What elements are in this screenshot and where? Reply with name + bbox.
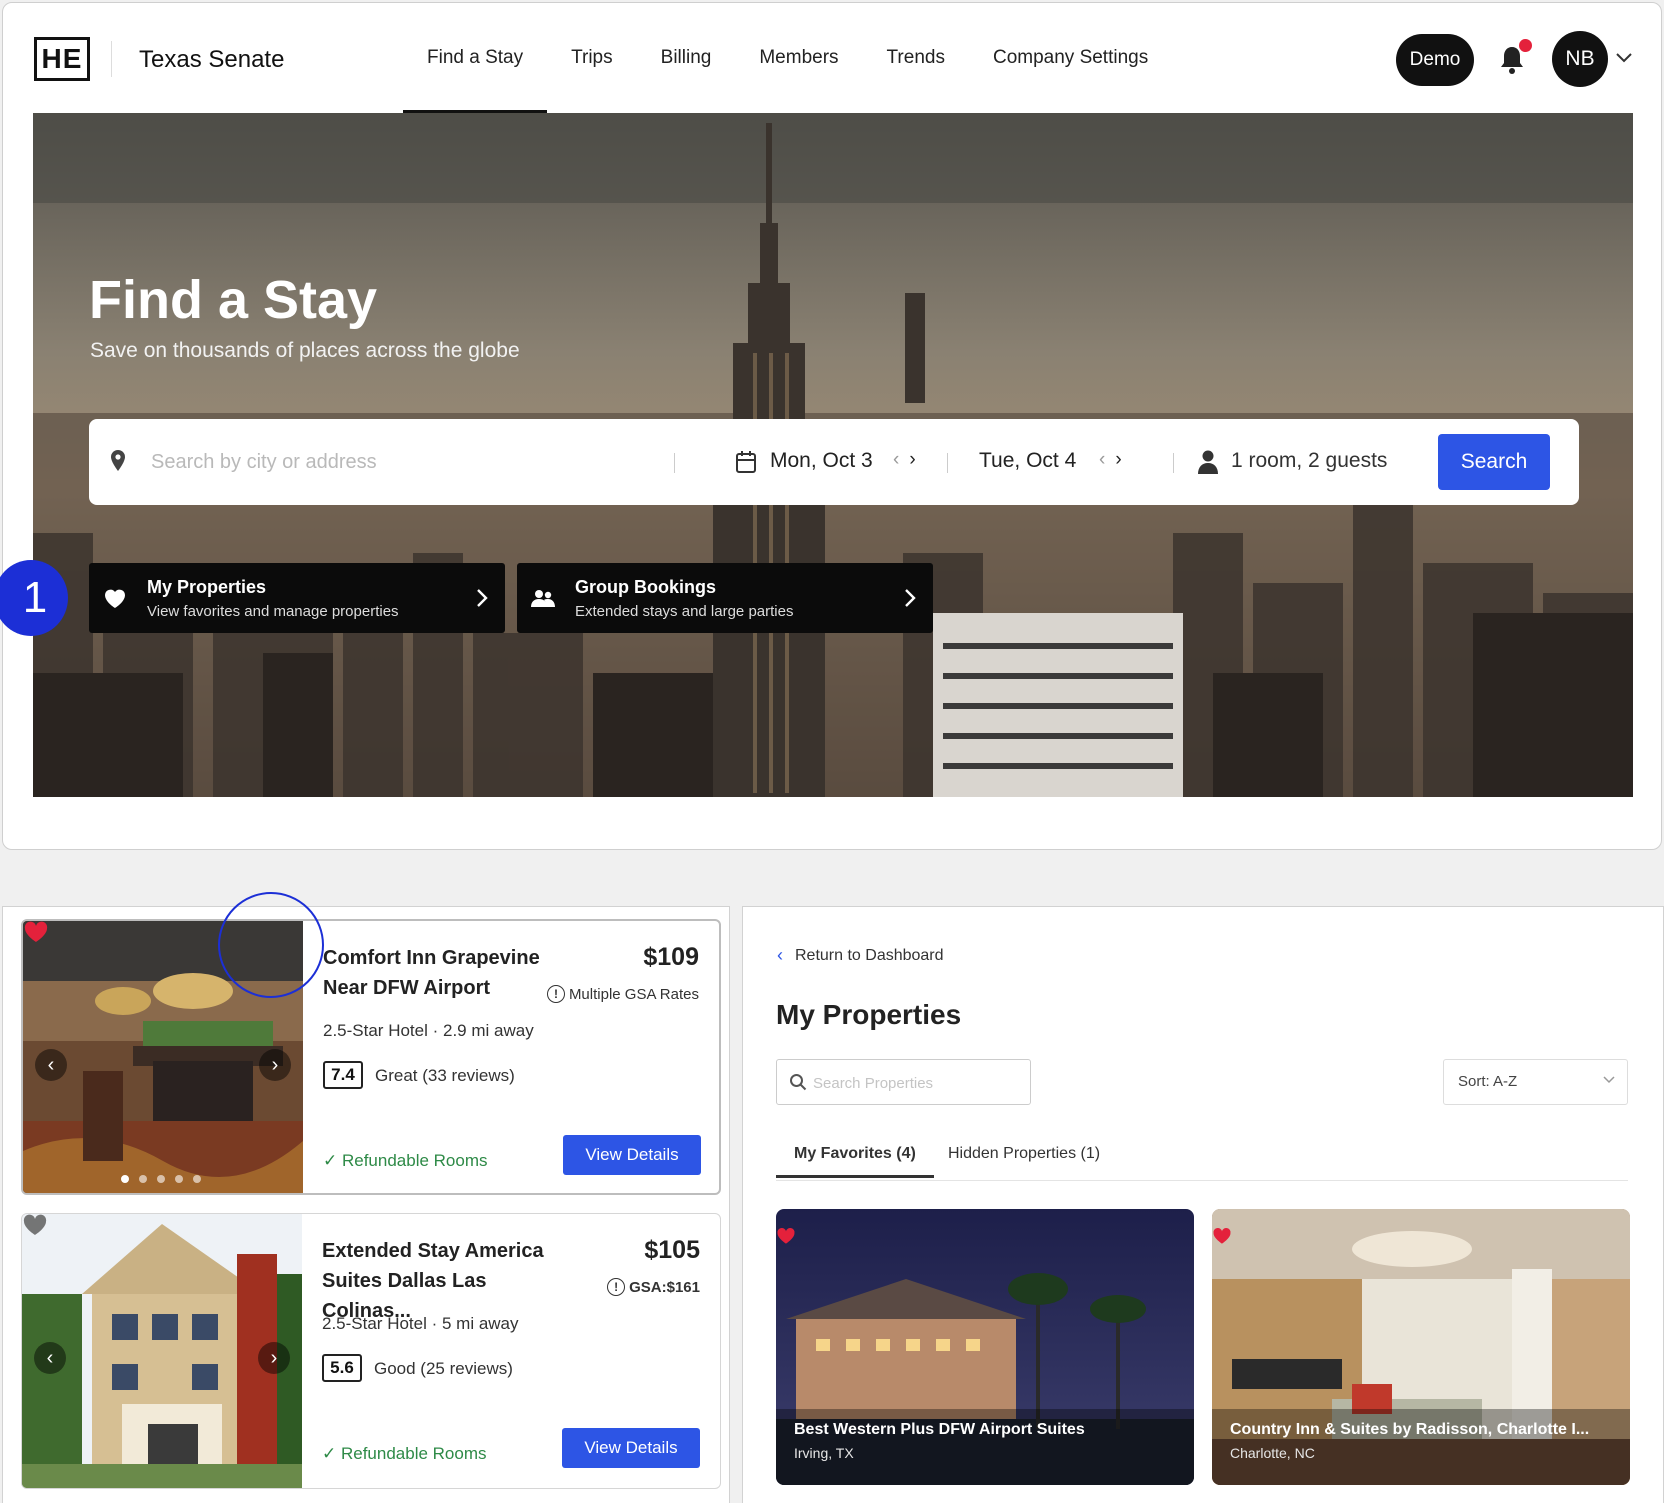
search-button[interactable]: Search (1438, 434, 1550, 490)
chevron-down-icon[interactable] (1615, 51, 1633, 65)
guests-selector[interactable]: 1 room, 2 guests (1231, 449, 1387, 473)
my-properties-subtitle: View favorites and manage properties (147, 603, 399, 620)
group-bookings-title: Group Bookings (575, 577, 716, 597)
previous-photo-button[interactable]: ‹ (35, 1049, 67, 1081)
logo-divider (111, 41, 112, 77)
search-results-panel: ‹ › Comfort Inn Grapevine Near DFW Airpo… (2, 906, 730, 1503)
hotel-name[interactable]: Comfort Inn Grapevine Near DFW Airport (323, 943, 573, 1003)
nav-trends[interactable]: Trends (863, 3, 969, 113)
company-name: Texas Senate (139, 46, 285, 73)
sort-select[interactable]: Sort: A-Z (1443, 1059, 1628, 1105)
tab-hidden-properties[interactable]: Hidden Properties (1) (948, 1145, 1100, 1177)
review-rating: Good (25 reviews) (374, 1359, 513, 1378)
he-logo[interactable]: HE (34, 37, 90, 81)
refundable-label: ✓ Refundable Rooms (322, 1444, 487, 1463)
search-divider (1173, 453, 1174, 473)
nav-billing[interactable]: Billing (637, 3, 736, 113)
review-score: 5.6 (322, 1354, 362, 1382)
view-details-button[interactable]: View Details (563, 1135, 701, 1175)
favorite-property-location: Charlotte, NC (1230, 1445, 1315, 1461)
property-tabs: My Favorites (4) Hidden Properties (1) (776, 1131, 1628, 1181)
heart-filled-icon[interactable] (23, 921, 49, 943)
my-properties-link[interactable]: My Properties View favorites and manage … (89, 563, 505, 633)
nav-find-a-stay[interactable]: Find a Stay (403, 3, 548, 113)
checkout-date-stepper[interactable]: ‹ › (1099, 449, 1122, 471)
nav-members[interactable]: Members (735, 3, 862, 113)
checkout-date[interactable]: Tue, Oct 4 (979, 449, 1076, 473)
hero-subtitle: Save on thousands of places across the g… (90, 339, 520, 362)
group-people-icon (531, 590, 555, 607)
hotel-price: $109 (643, 943, 699, 971)
review-score: 7.4 (323, 1061, 363, 1089)
chevron-right-icon[interactable]: › (909, 449, 915, 470)
favorite-property-name: Country Inn & Suites by Radisson, Charlo… (1230, 1421, 1590, 1438)
calendar-icon (736, 451, 756, 473)
nav-trips[interactable]: Trips (547, 3, 637, 113)
previous-photo-button[interactable]: ‹ (34, 1342, 66, 1374)
heart-outline-icon[interactable] (22, 1214, 48, 1236)
chevron-right-icon (905, 589, 916, 607)
page-title: My Properties (776, 999, 962, 1030)
hotel-card[interactable]: ‹ › Extended Stay America Suites Dallas … (21, 1213, 721, 1489)
next-photo-button[interactable]: › (259, 1049, 291, 1081)
group-bookings-link[interactable]: Group Bookings Extended stays and large … (517, 563, 933, 633)
chevron-left-icon[interactable]: ‹ (1099, 449, 1105, 470)
heart-filled-icon[interactable] (776, 1227, 796, 1245)
chevron-left-icon: ‹ (777, 945, 783, 965)
favorite-property-card[interactable]: Best Western Plus DFW Airport Suites Irv… (776, 1209, 1194, 1485)
group-bookings-subtitle: Extended stays and large parties (575, 603, 794, 620)
checkin-date-stepper[interactable]: ‹ › (893, 449, 916, 471)
refundable-label: ✓ Refundable Rooms (323, 1151, 488, 1170)
hero-title: Find a Stay (89, 270, 378, 330)
my-properties-title: My Properties (147, 577, 267, 597)
nav-company-settings[interactable]: Company Settings (969, 3, 1172, 113)
favorite-property-location: Irving, TX (794, 1445, 854, 1461)
hotel-meta: 2.5-Star Hotel · 5 mi away (322, 1314, 519, 1333)
chevron-left-icon[interactable]: ‹ (893, 449, 899, 470)
tab-my-favorites[interactable]: My Favorites (4) (776, 1145, 934, 1178)
location-search-input[interactable] (151, 443, 691, 481)
photo-pagination-dots (121, 1175, 201, 1183)
heart-icon (105, 589, 125, 608)
location-pin-icon (111, 450, 125, 471)
stay-search-bar: Mon, Oct 3 ‹› Tue, Oct 4 ‹› 1 room, 2 gu… (89, 419, 1579, 505)
view-details-button[interactable]: View Details (562, 1428, 700, 1468)
heart-filled-icon[interactable] (1212, 1227, 1232, 1245)
hotel-card[interactable]: ‹ › Comfort Inn Grapevine Near DFW Airpo… (21, 919, 721, 1195)
top-navbar: HE Texas Senate Find a Stay Trips Billin… (3, 3, 1661, 113)
notification-dot (1519, 39, 1532, 52)
property-search[interactable] (776, 1059, 1031, 1105)
info-icon[interactable]: ! (607, 1278, 626, 1296)
property-search-input[interactable] (813, 1070, 1023, 1096)
chevron-down-icon (1603, 1076, 1615, 1084)
person-icon (1198, 450, 1218, 474)
chevron-right-icon (477, 589, 488, 607)
hotel-meta: 2.5-Star Hotel · 2.9 mi away (323, 1021, 534, 1040)
hero-banner: Find a Stay Save on thousands of places … (33, 113, 1633, 797)
find-a-stay-page: HE Texas Senate Find a Stay Trips Billin… (2, 2, 1662, 850)
search-icon (790, 1074, 807, 1091)
my-properties-panel: ‹Return to Dashboard My Properties Sort:… (742, 906, 1664, 1503)
gsa-rate: ! GSA:$161 (607, 1278, 700, 1296)
demo-button[interactable]: Demo (1396, 34, 1474, 86)
main-nav: Find a Stay Trips Billing Members Trends… (403, 3, 1172, 113)
review-rating: Great (33 reviews) (375, 1066, 515, 1085)
chevron-right-icon[interactable]: › (1115, 449, 1121, 470)
hotel-lounge-image (1212, 1209, 1630, 1485)
search-divider (947, 453, 948, 473)
hotel-night-image (776, 1209, 1194, 1485)
hotel-name[interactable]: Extended Stay America Suites Dallas Las … (322, 1236, 572, 1326)
checkin-date[interactable]: Mon, Oct 3 (770, 449, 873, 473)
favorite-highlight-ring (218, 892, 324, 998)
return-to-dashboard-link[interactable]: ‹ Return to Dashboard (777, 945, 944, 966)
user-avatar[interactable]: NB (1552, 31, 1608, 87)
info-icon[interactable]: ! (546, 985, 565, 1003)
gsa-rate: ! Multiple GSA Rates (546, 985, 699, 1003)
search-divider (674, 453, 675, 473)
favorite-property-name: Best Western Plus DFW Airport Suites (794, 1421, 1085, 1438)
hotel-photo[interactable]: ‹ › (22, 1214, 302, 1488)
hotel-price: $105 (644, 1236, 700, 1264)
favorite-property-card[interactable]: Country Inn & Suites by Radisson, Charlo… (1212, 1209, 1630, 1485)
next-photo-button[interactable]: › (258, 1342, 290, 1374)
